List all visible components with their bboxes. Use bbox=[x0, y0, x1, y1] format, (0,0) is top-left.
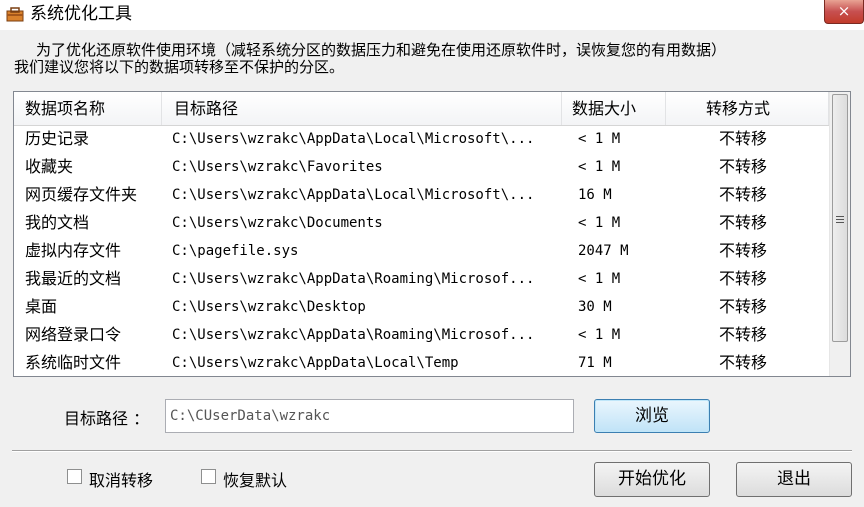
scrollbar-thumb[interactable] bbox=[832, 94, 848, 342]
row-name: 桌面 bbox=[25, 297, 58, 316]
data-item-table: 数据项名称 目标路径 数据大小 转移方式 历史记录 C:\Users\wzrak… bbox=[13, 91, 851, 377]
table-row[interactable]: 桌面 C:\Users\wzrakc\Desktop 30 M 不转移 bbox=[14, 293, 829, 321]
cancel-transfer-label[interactable]: 取消转移 bbox=[89, 467, 153, 491]
row-path: C:\pagefile.sys bbox=[172, 243, 299, 259]
row-size: < 1 M bbox=[578, 327, 621, 343]
close-button[interactable]: × bbox=[824, 0, 864, 24]
row-path: C:\Users\wzrakc\Documents bbox=[172, 215, 383, 231]
row-size: 16 M bbox=[578, 187, 612, 203]
row-name: 网页缓存文件夹 bbox=[25, 185, 138, 204]
row-mode[interactable]: 不转移 bbox=[719, 125, 819, 153]
description-line-1: 为了优化还原软件使用环境（减轻系统分区的数据压力和避免在使用还原软件时，误恢复您… bbox=[36, 41, 727, 59]
table-row[interactable]: 网络登录口令 C:\Users\wzrakc\AppData\Roaming\M… bbox=[14, 321, 829, 349]
row-path: C:\Users\wzrakc\AppData\Roaming\Microsof… bbox=[172, 327, 535, 343]
description-line-2: 我们建议您将以下的数据项转移至不保护的分区。 bbox=[14, 58, 345, 76]
row-name: 系统临时文件 bbox=[25, 353, 122, 372]
row-mode[interactable]: 不转移 bbox=[719, 321, 819, 349]
table-row[interactable]: 收藏夹 C:\Users\wzrakc\Favorites < 1 M 不转移 bbox=[14, 153, 829, 181]
row-name: 网络登录口令 bbox=[25, 325, 122, 344]
close-icon: × bbox=[837, 2, 851, 20]
grip-icon bbox=[836, 216, 844, 223]
row-name: 我的文档 bbox=[25, 213, 90, 232]
cancel-transfer-checkbox[interactable] bbox=[67, 469, 82, 484]
table-header: 数据项名称 目标路径 数据大小 转移方式 bbox=[14, 92, 829, 126]
table-row[interactable]: 网页缓存文件夹 C:\Users\wzrakc\AppData\Local\Mi… bbox=[14, 181, 829, 209]
toolbox-icon bbox=[6, 7, 24, 22]
table-row[interactable]: 系统临时文件 C:\Users\wzrakc\AppData\Local\Tem… bbox=[14, 349, 829, 376]
row-mode[interactable]: 不转移 bbox=[719, 293, 819, 321]
table-row[interactable]: 我最近的文档 C:\Users\wzrakc\AppData\Roaming\M… bbox=[14, 265, 829, 293]
table-row[interactable]: 我的文档 C:\Users\wzrakc\Documents < 1 M 不转移 bbox=[14, 209, 829, 237]
row-path: C:\Users\wzrakc\Favorites bbox=[172, 159, 383, 175]
row-path: C:\Users\wzrakc\AppData\Local\Microsoft\… bbox=[172, 187, 535, 203]
description: 为了优化还原软件使用环境（减轻系统分区的数据压力和避免在使用还原软件时，误恢复您… bbox=[14, 42, 854, 76]
window-title: 系统优化工具 bbox=[30, 4, 132, 24]
table-row[interactable]: 虚拟内存文件 C:\pagefile.sys 2047 M 不转移 bbox=[14, 237, 829, 265]
row-name: 我最近的文档 bbox=[25, 269, 122, 288]
table-row[interactable]: 历史记录 C:\Users\wzrakc\AppData\Local\Micro… bbox=[14, 125, 829, 153]
row-path: C:\Users\wzrakc\Desktop bbox=[172, 299, 366, 315]
target-path-label: 目标路径 ： bbox=[64, 409, 150, 428]
row-name: 历史记录 bbox=[25, 129, 90, 148]
row-path: C:\Users\wzrakc\AppData\Roaming\Microsof… bbox=[172, 271, 535, 287]
row-size: < 1 M bbox=[578, 215, 621, 231]
title-bar: 系统优化工具 × bbox=[0, 0, 864, 30]
row-path: C:\Users\wzrakc\AppData\Local\Microsoft\… bbox=[172, 131, 535, 147]
divider bbox=[12, 450, 852, 452]
exit-button[interactable]: 退出 bbox=[736, 462, 852, 497]
row-size: 71 M bbox=[578, 355, 612, 371]
column-header-path[interactable]: 目标路径 bbox=[162, 92, 562, 125]
restore-default-checkbox[interactable] bbox=[201, 469, 216, 484]
column-header-mode[interactable]: 转移方式 bbox=[666, 92, 829, 125]
row-size: 2047 M bbox=[578, 243, 629, 259]
row-mode[interactable]: 不转移 bbox=[719, 153, 819, 181]
row-size: 30 M bbox=[578, 299, 612, 315]
row-size: < 1 M bbox=[578, 131, 621, 147]
row-name: 虚拟内存文件 bbox=[25, 241, 122, 260]
row-mode[interactable]: 不转移 bbox=[719, 209, 819, 237]
target-path-input[interactable]: C:\CUserData\wzrakc bbox=[165, 399, 574, 433]
browse-button[interactable]: 浏览 bbox=[594, 399, 710, 433]
row-path: C:\Users\wzrakc\AppData\Local\Temp bbox=[172, 355, 459, 371]
start-optimize-button[interactable]: 开始优化 bbox=[594, 462, 710, 497]
row-name: 收藏夹 bbox=[25, 157, 74, 176]
row-mode[interactable]: 不转移 bbox=[719, 349, 819, 376]
row-size: < 1 M bbox=[578, 159, 621, 175]
row-mode[interactable]: 不转移 bbox=[719, 265, 819, 293]
column-header-size[interactable]: 数据大小 bbox=[562, 92, 666, 125]
column-header-name[interactable]: 数据项名称 bbox=[14, 92, 162, 125]
restore-default-label[interactable]: 恢复默认 bbox=[223, 467, 287, 491]
vertical-scrollbar[interactable] bbox=[829, 92, 850, 376]
row-mode[interactable]: 不转移 bbox=[719, 181, 819, 209]
row-size: < 1 M bbox=[578, 271, 621, 287]
row-mode[interactable]: 不转移 bbox=[719, 237, 819, 265]
